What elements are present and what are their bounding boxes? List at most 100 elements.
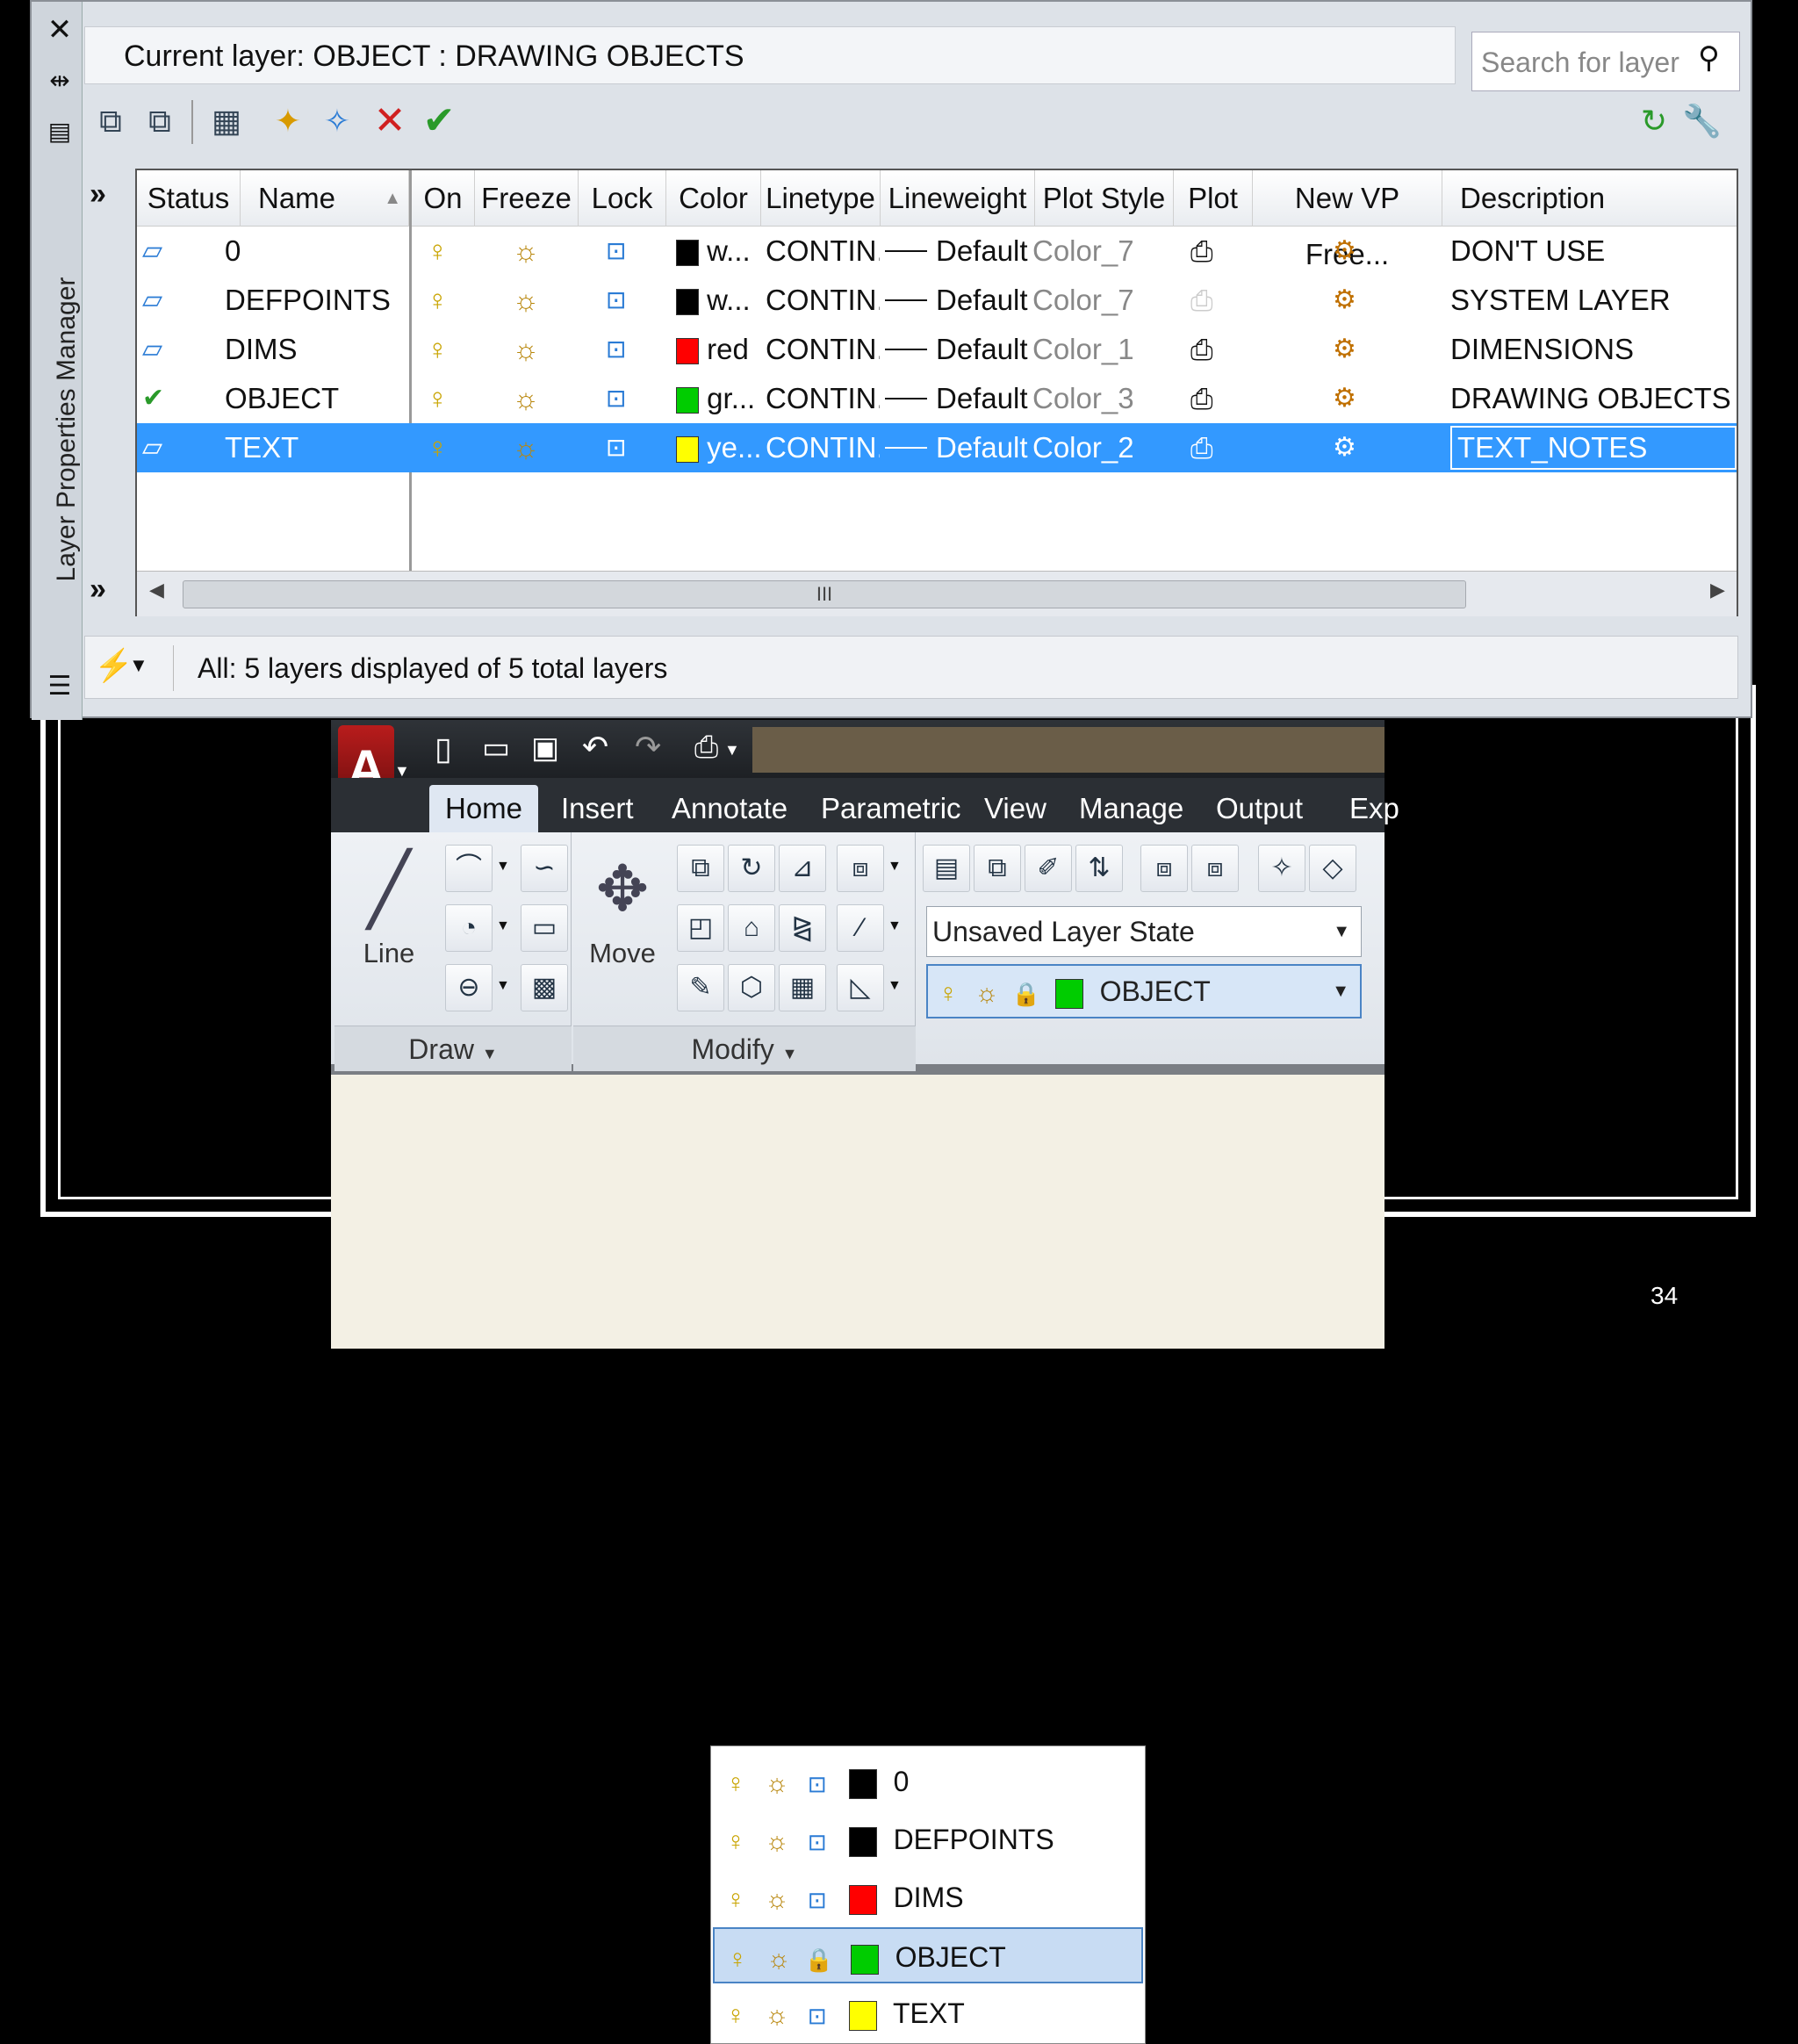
scale-icon[interactable]: ⬡ — [728, 964, 775, 1011]
printer-icon[interactable]: ⎙ — [1190, 374, 1229, 423]
bulb-on-icon[interactable]: ♀ — [427, 227, 462, 276]
save-icon[interactable]: ▣ — [531, 731, 559, 766]
qat-chevron-down-icon[interactable]: ▼ — [724, 741, 740, 759]
set-current-icon[interactable]: ✔ — [420, 102, 458, 140]
rotate-icon[interactable]: ↻ — [728, 845, 775, 892]
scroll-left-arrow-icon[interactable]: ◀ — [149, 579, 164, 601]
column-header-plot-style[interactable]: Plot Style — [1035, 170, 1174, 227]
printer-icon[interactable]: ⎙ — [1190, 423, 1229, 472]
layer-icon[interactable]: ▱ — [142, 325, 230, 374]
color-cell[interactable]: ye... — [676, 423, 760, 472]
erase-chevron-down-icon[interactable]: ▼ — [888, 859, 902, 874]
vp-freeze-icon[interactable]: ⚙ — [1333, 374, 1368, 423]
description-cell[interactable]: DRAWING OBJECTS — [1450, 374, 1737, 423]
close-icon[interactable]: ✕ — [42, 12, 77, 47]
current-check-icon[interactable]: ✔ — [142, 374, 230, 423]
table-row[interactable]: ▱ 0 ♀ ☼ ⊡ w... CONTIN... Default Color_7… — [137, 227, 1737, 276]
layer-name[interactable]: OBJECT — [225, 374, 409, 423]
layer-properties-icon[interactable]: ▤ — [923, 845, 970, 892]
color-cell[interactable]: red — [676, 325, 760, 374]
table-row[interactable]: ▱ TEXT ♀ ☼ ⊡ ye... CONTIN... Default Col… — [137, 423, 1737, 472]
settings-wrench-icon[interactable]: 🔧 — [1682, 102, 1722, 140]
new-vp-frozen-layer-icon[interactable]: ✧ — [318, 102, 356, 140]
padlock-unlocked-icon[interactable]: ⊡ — [606, 325, 641, 374]
column-header-status[interactable]: Status — [137, 170, 241, 227]
circle-chevron-down-icon[interactable]: ▼ — [496, 918, 510, 934]
ellipse-icon[interactable]: ⊖ — [445, 964, 493, 1011]
column-header-new-vp-freeze[interactable]: New VP Free... — [1253, 170, 1442, 270]
column-header-description[interactable]: Description — [1442, 170, 1738, 227]
layer-dropdown-item[interactable]: ♀ ☼ ⊡ DIMS — [713, 1869, 1143, 1925]
linetype-cell[interactable]: CONTIN... — [766, 227, 880, 276]
layer-dropdown-item[interactable]: ♀ ☼ 🔒 OBJECT — [713, 1927, 1143, 1983]
bulb-on-icon[interactable]: ♀ — [427, 423, 462, 472]
invert-filter-icon[interactable]: ⚡ — [94, 647, 133, 684]
auto-hide-icon[interactable]: ⇹ — [42, 63, 77, 98]
layer-dropdown-item[interactable]: ♀ ☼ ⊡ 0 — [713, 1753, 1143, 1810]
color-cell[interactable]: w... — [676, 276, 760, 325]
padlock-unlocked-icon[interactable]: ⊡ — [606, 227, 641, 276]
column-header-plot[interactable]: Plot — [1174, 170, 1253, 227]
padlock-unlocked-icon[interactable]: ⊡ — [606, 423, 641, 472]
vp-freeze-icon[interactable]: ⚙ — [1333, 325, 1368, 374]
column-header-lock[interactable]: Lock — [579, 170, 666, 227]
layer-match-icon[interactable]: ✐ — [1025, 845, 1072, 892]
tab-output[interactable]: Output — [1200, 785, 1319, 832]
modify-panel-footer[interactable]: Modify ▼ — [573, 1026, 916, 1071]
rectangle-icon[interactable]: ▭ — [521, 904, 568, 952]
column-header-lineweight[interactable]: Lineweight — [881, 170, 1035, 227]
chevron-down-icon[interactable]: ▼ — [129, 654, 148, 677]
layer-icon[interactable]: ▱ — [142, 423, 230, 472]
draw-panel-footer[interactable]: Draw ▼ — [334, 1026, 572, 1071]
new-property-filter-icon[interactable]: ⧉ — [91, 102, 130, 140]
explode-chevron-down-icon[interactable]: ▼ — [888, 918, 902, 934]
description-cell[interactable]: SYSTEM LAYER — [1450, 276, 1737, 325]
array-icon[interactable]: ▦ — [779, 964, 826, 1011]
ellipse-chevron-down-icon[interactable]: ▼ — [496, 978, 510, 994]
column-header-freeze[interactable]: Freeze — [475, 170, 579, 227]
copy-icon[interactable]: ⧉ — [677, 845, 724, 892]
bulb-on-icon[interactable]: ♀ — [427, 374, 462, 423]
tab-view[interactable]: View — [968, 785, 1062, 832]
layer-change-icon[interactable]: ⇅ — [1075, 845, 1123, 892]
layer-unisolate-icon[interactable]: ⧈ — [1191, 845, 1239, 892]
bulb-on-icon[interactable]: ♀ — [427, 325, 462, 374]
description-cell[interactable]: DON'T USE — [1450, 227, 1737, 276]
vp-freeze-icon[interactable]: ⚙ — [1333, 423, 1368, 472]
new-layer-icon[interactable]: ✦ — [269, 102, 307, 140]
scroll-right-arrow-icon[interactable]: ▶ — [1710, 579, 1725, 601]
stretch-icon[interactable]: ⌂ — [728, 904, 775, 952]
tab-home[interactable]: Home — [429, 785, 539, 832]
table-row[interactable]: ▱ DEFPOINTS ♀ ☼ ⊡ w... CONTIN... Default… — [137, 276, 1737, 325]
padlock-unlocked-icon[interactable]: ⊡ — [606, 276, 641, 325]
linetype-cell[interactable]: CONTIN... — [766, 276, 880, 325]
refresh-icon[interactable]: ↻ — [1635, 102, 1673, 140]
horizontal-scrollbar[interactable]: ◀ III ▶ — [137, 571, 1737, 616]
explode-icon[interactable]: ⁄ — [837, 904, 884, 952]
chamfer-chevron-down-icon[interactable]: ▼ — [888, 978, 902, 994]
column-header-color[interactable]: Color — [666, 170, 761, 227]
column-header-name[interactable]: Name ▲ — [241, 170, 409, 227]
polyline-icon[interactable]: ⌒ — [445, 845, 493, 892]
layer-name[interactable]: 0 — [225, 227, 409, 276]
layer-freeze-icon[interactable]: ✧ — [1258, 845, 1305, 892]
layer-name[interactable]: DEFPOINTS — [225, 276, 409, 325]
fillet-icon[interactable]: ◰ — [677, 904, 724, 952]
description-cell[interactable]: DIMENSIONS — [1450, 325, 1737, 374]
linetype-cell[interactable]: CONTIN... — [766, 374, 880, 423]
collapse-filter-tree-icon[interactable]: » — [90, 572, 106, 607]
tab-insert[interactable]: Insert — [545, 785, 650, 832]
erase-icon[interactable]: ⧈ — [837, 845, 884, 892]
layer-previous-icon[interactable]: ⧉ — [974, 845, 1021, 892]
layer-name[interactable]: TEXT — [225, 423, 409, 472]
line-button[interactable]: ╱ Line — [347, 841, 431, 1013]
new-file-icon[interactable]: ▯ — [435, 731, 452, 767]
printer-icon[interactable]: ⎙ — [1190, 227, 1229, 276]
layer-name[interactable]: DIMS — [225, 325, 409, 374]
properties-icon[interactable]: ▤ — [42, 114, 77, 149]
description-cell[interactable]: TEXT_NOTES — [1450, 426, 1737, 470]
column-header-on[interactable]: On — [412, 170, 475, 227]
spline-icon[interactable]: ∽ — [521, 845, 568, 892]
color-cell[interactable]: w... — [676, 227, 760, 276]
tab-express[interactable]: Exp — [1334, 785, 1415, 832]
